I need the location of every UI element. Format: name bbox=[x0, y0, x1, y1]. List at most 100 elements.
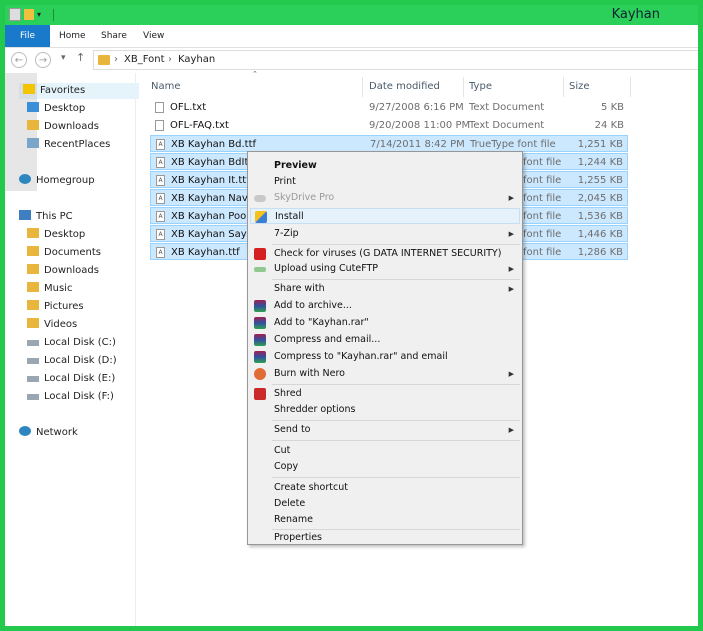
column-header-name[interactable]: Name bbox=[151, 81, 181, 92]
file-size: 5 KB bbox=[601, 102, 624, 113]
drive-icon bbox=[27, 340, 39, 346]
computer-icon bbox=[19, 210, 31, 220]
sidebar-item-disk-e[interactable]: Local Disk (E:) bbox=[27, 371, 115, 387]
submenu-arrow-icon: ▶ bbox=[508, 426, 514, 434]
file-type: font file bbox=[523, 211, 562, 222]
shredder-icon bbox=[254, 388, 266, 400]
column-divider[interactable] bbox=[630, 77, 631, 97]
sidebar-item-documents[interactable]: Documents bbox=[27, 245, 101, 261]
tab-view[interactable]: View bbox=[143, 25, 164, 47]
column-divider[interactable] bbox=[463, 77, 464, 97]
sidebar-item-desktop[interactable]: Desktop bbox=[27, 101, 85, 117]
submenu-arrow-icon: ▶ bbox=[508, 230, 514, 238]
menu-item-7-zip[interactable]: 7-Zip ▶ bbox=[250, 226, 520, 242]
sidebar-item-downloads[interactable]: Downloads bbox=[27, 119, 99, 135]
sidebar-item-videos[interactable]: Videos bbox=[27, 317, 77, 333]
breadcrumb-kayhan[interactable]: Kayhan bbox=[178, 54, 215, 65]
sidebar-item-disk-d[interactable]: Local Disk (D:) bbox=[27, 353, 117, 369]
column-divider[interactable] bbox=[362, 77, 363, 97]
menu-item-burn-nero[interactable]: Burn with Nero ▶ bbox=[250, 366, 520, 382]
menu-item-shredder-options[interactable]: Shredder options bbox=[250, 402, 520, 418]
sidebar-item-favorites[interactable]: Favorites bbox=[23, 83, 85, 99]
recent-locations-icon[interactable]: ▾ bbox=[61, 53, 66, 63]
file-size: 1,251 KB bbox=[577, 139, 623, 150]
explorer-window: ▾ Kayhan File Home Share View ← → ▾ ↑ › … bbox=[0, 0, 703, 631]
menu-item-shred[interactable]: Shred bbox=[250, 386, 520, 402]
tab-home[interactable]: Home bbox=[59, 25, 86, 47]
sidebar-item-pc-desktop[interactable]: Desktop bbox=[27, 227, 85, 243]
file-name: XB Kayhan It.ttf bbox=[171, 175, 250, 186]
file-name: XB Kayhan Bd.ttf bbox=[171, 139, 257, 150]
sidebar-item-pictures[interactable]: Pictures bbox=[27, 299, 84, 315]
sidebar-item-homegroup[interactable]: Homegroup bbox=[19, 173, 95, 189]
documents-icon bbox=[27, 246, 39, 256]
menu-item-check-viruses[interactable]: Check for viruses (G DATA INTERNET SECUR… bbox=[250, 246, 520, 262]
menu-item-install[interactable]: Install bbox=[250, 208, 520, 224]
toolbar-separator bbox=[53, 8, 54, 21]
sidebar-item-disk-c[interactable]: Local Disk (C:) bbox=[27, 335, 116, 351]
menu-separator bbox=[272, 279, 520, 280]
menu-item-create-shortcut[interactable]: Create shortcut bbox=[250, 480, 520, 496]
nero-icon bbox=[254, 368, 266, 380]
menu-item-upload-cuteftp[interactable]: Upload using CuteFTP ▶ bbox=[250, 261, 520, 277]
forward-button[interactable]: → bbox=[35, 52, 51, 68]
file-type: font file bbox=[523, 157, 562, 168]
file-row[interactable]: OFL.txt 9/27/2008 6:16 PM Text Document … bbox=[150, 99, 628, 116]
menu-item-add-to-rar[interactable]: Add to "Kayhan.rar" bbox=[250, 315, 520, 331]
menu-item-preview[interactable]: Preview bbox=[250, 158, 520, 174]
menu-item-delete[interactable]: Delete bbox=[250, 496, 520, 512]
file-row[interactable]: OFL-FAQ.txt 9/20/2008 11:00 PM Text Docu… bbox=[150, 117, 628, 134]
up-icon[interactable]: ↑ bbox=[76, 51, 85, 64]
back-button[interactable]: ← bbox=[11, 52, 27, 68]
sidebar-item-disk-f[interactable]: Local Disk (F:) bbox=[27, 389, 114, 405]
column-divider[interactable] bbox=[563, 77, 564, 97]
menu-item-share-with[interactable]: Share with ▶ bbox=[250, 281, 520, 297]
properties-icon[interactable] bbox=[9, 8, 21, 21]
font-file-icon: A bbox=[156, 229, 165, 240]
column-header-date[interactable]: Date modified bbox=[369, 81, 440, 92]
new-folder-icon[interactable] bbox=[24, 9, 34, 20]
file-size: 1,286 KB bbox=[577, 247, 623, 258]
sidebar-item-network[interactable]: Network bbox=[19, 425, 78, 441]
sidebar-item-this-pc[interactable]: This PC bbox=[19, 209, 73, 225]
submenu-arrow-icon: ▶ bbox=[508, 194, 514, 202]
font-file-icon: A bbox=[156, 247, 165, 258]
ribbon: File Home Share View bbox=[5, 25, 698, 48]
file-row[interactable]: A XB Kayhan Bd.ttf 7/14/2011 8:42 PM Tru… bbox=[150, 135, 628, 152]
menu-item-properties[interactable]: Properties bbox=[250, 532, 520, 544]
menu-item-cut[interactable]: Cut bbox=[250, 443, 520, 459]
tab-file[interactable]: File bbox=[5, 25, 50, 47]
text-file-icon bbox=[155, 120, 164, 131]
winrar-icon bbox=[254, 317, 266, 329]
font-file-icon: A bbox=[156, 193, 165, 204]
column-header-type[interactable]: Type bbox=[469, 81, 492, 92]
menu-item-print[interactable]: Print bbox=[250, 174, 520, 190]
column-header-size[interactable]: Size bbox=[569, 81, 590, 92]
menu-item-add-to-archive[interactable]: Add to archive... bbox=[250, 298, 520, 314]
menu-item-send-to[interactable]: Send to ▶ bbox=[250, 422, 520, 438]
cloud-icon bbox=[254, 195, 266, 202]
menu-item-rename[interactable]: Rename bbox=[250, 512, 520, 528]
customize-dropdown-icon[interactable]: ▾ bbox=[37, 9, 47, 20]
address-bar[interactable]: › XB_Font › Kayhan bbox=[93, 50, 698, 70]
tab-share[interactable]: Share bbox=[101, 25, 127, 47]
file-type: Text Document bbox=[469, 120, 545, 131]
font-file-icon: A bbox=[156, 157, 165, 168]
quick-access-toolbar: ▾ bbox=[9, 8, 57, 21]
drive-icon bbox=[27, 358, 39, 364]
winrar-icon bbox=[254, 334, 266, 346]
menu-item-copy[interactable]: Copy bbox=[250, 459, 520, 475]
sidebar-item-music[interactable]: Music bbox=[27, 281, 72, 297]
menu-item-skydrive-pro[interactable]: SkyDrive Pro ▶ bbox=[250, 190, 520, 206]
sidebar-item-pc-downloads[interactable]: Downloads bbox=[27, 263, 99, 279]
file-size: 24 KB bbox=[594, 120, 624, 131]
breadcrumb-xb-font[interactable]: XB_Font bbox=[124, 54, 164, 65]
window-title: Kayhan bbox=[611, 7, 660, 22]
file-size: 1,244 KB bbox=[577, 157, 623, 168]
menu-separator bbox=[272, 420, 520, 421]
folder-icon bbox=[98, 55, 110, 65]
submenu-arrow-icon: ▶ bbox=[508, 265, 514, 273]
menu-item-compress-email[interactable]: Compress and email... bbox=[250, 332, 520, 348]
menu-item-compress-rar-email[interactable]: Compress to "Kayhan.rar" and email bbox=[250, 349, 520, 365]
sidebar-item-recentplaces[interactable]: RecentPlaces bbox=[27, 137, 110, 153]
